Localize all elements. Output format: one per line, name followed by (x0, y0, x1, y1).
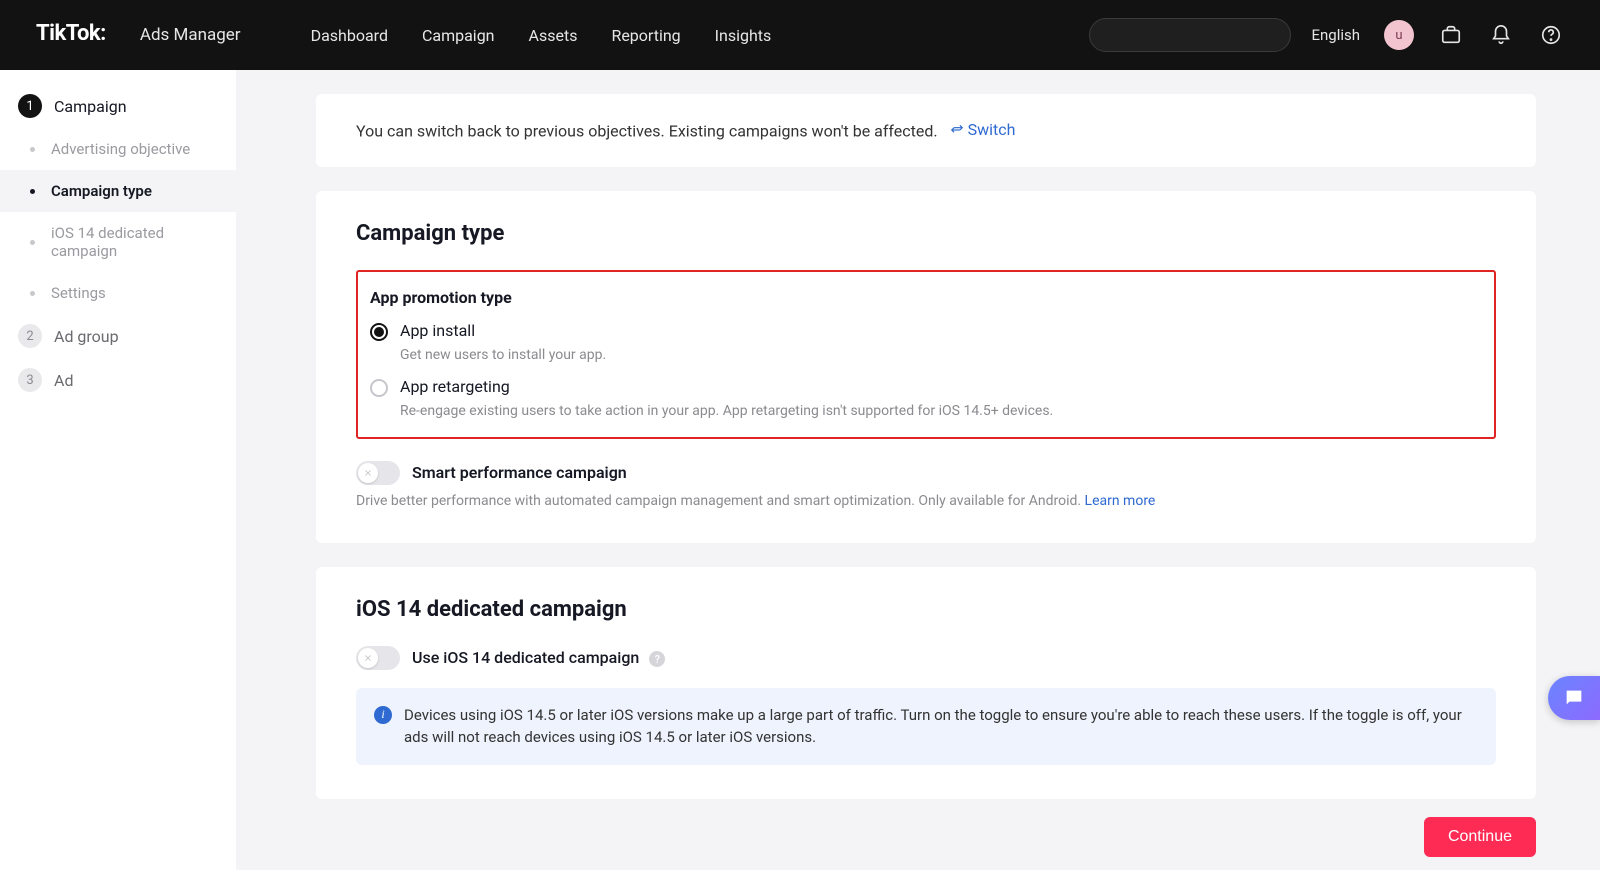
x-icon (363, 653, 373, 663)
dot-icon (30, 240, 35, 245)
avatar[interactable]: u (1384, 20, 1414, 50)
avatar-initial: u (1395, 28, 1402, 43)
dot-icon (30, 189, 35, 194)
substep-advertising-objective[interactable]: Advertising objective (0, 128, 236, 170)
chat-fab[interactable] (1548, 676, 1600, 720)
nav-dashboard[interactable]: Dashboard (311, 26, 388, 45)
smart-toggle-label: Smart performance campaign (412, 463, 627, 482)
radio-app-install[interactable]: App install (370, 321, 1482, 341)
radio-desc: Get new users to install your app. (400, 347, 1482, 363)
smart-desc-text: Drive better performance with automated … (356, 493, 1085, 509)
section-title: Campaign type (356, 221, 1496, 246)
language-selector[interactable]: English (1311, 26, 1360, 44)
substep-label: Campaign type (51, 182, 152, 200)
ios14-info-text: Devices using iOS 14.5 or later iOS vers… (404, 704, 1478, 749)
top-nav: TikTok: Ads Manager Dashboard Campaign A… (0, 0, 1600, 70)
nav-reporting[interactable]: Reporting (611, 26, 680, 45)
switch-text: You can switch back to previous objectiv… (356, 122, 938, 141)
learn-more-link[interactable]: Learn more (1085, 493, 1156, 509)
ios14-info-box: i Devices using iOS 14.5 or later iOS ve… (356, 688, 1496, 765)
search-input[interactable] (1089, 18, 1291, 52)
step-ad-group[interactable]: 2 Ad group (0, 314, 236, 358)
toggle-knob (358, 463, 378, 483)
radio-label: App install (400, 321, 475, 340)
app-promo-label: App promotion type (370, 288, 1482, 307)
continue-button[interactable]: Continue (1424, 817, 1536, 857)
substep-campaign-type[interactable]: Campaign type (0, 170, 236, 212)
briefcase-icon[interactable] (1438, 22, 1464, 48)
step-number: 3 (18, 368, 42, 392)
dot-icon (30, 147, 35, 152)
nav-insights[interactable]: Insights (715, 26, 772, 45)
ios14-toggle-label: Use iOS 14 dedicated campaign ? (412, 648, 665, 668)
radio-icon (370, 379, 388, 397)
substep-label: Settings (51, 284, 106, 302)
chat-icon (1563, 687, 1585, 709)
swap-icon (950, 123, 964, 137)
logo[interactable]: TikTok: Ads Manager (36, 13, 259, 57)
radio-desc: Re-engage existing users to take action … (400, 403, 1482, 419)
dot-icon (30, 291, 35, 296)
step-number: 2 (18, 324, 42, 348)
step-label: Ad group (54, 327, 119, 346)
section-title: iOS 14 dedicated campaign (356, 597, 1496, 622)
step-campaign[interactable]: 1 Campaign (0, 84, 236, 128)
continue-row: Continue (316, 817, 1536, 857)
bell-icon[interactable] (1488, 22, 1514, 48)
brand-name: TikTok: (36, 21, 106, 46)
substep-ios14[interactable]: iOS 14 dedicated campaign (0, 212, 236, 272)
step-ad[interactable]: 3 Ad (0, 358, 236, 402)
smart-performance-toggle-row: Smart performance campaign (356, 461, 1496, 485)
substep-settings[interactable]: Settings (0, 272, 236, 314)
info-icon: i (374, 706, 392, 724)
switch-link[interactable]: Switch (950, 120, 1016, 139)
toggle-knob (358, 648, 378, 668)
nav-links: Dashboard Campaign Assets Reporting Insi… (311, 26, 772, 45)
ios14-toggle-row: Use iOS 14 dedicated campaign ? (356, 646, 1496, 670)
radio-app-retargeting[interactable]: App retargeting (370, 377, 1482, 397)
campaign-type-card: Campaign type App promotion type App ins… (316, 191, 1536, 543)
x-icon (363, 468, 373, 478)
nav-assets[interactable]: Assets (529, 26, 578, 45)
main-content: You can switch back to previous objectiv… (236, 70, 1600, 870)
step-label: Campaign (54, 97, 127, 116)
switch-link-label: Switch (968, 120, 1016, 139)
substep-label: Advertising objective (51, 140, 190, 158)
ios14-toggle[interactable] (356, 646, 400, 670)
radio-label: App retargeting (400, 377, 510, 396)
app-promotion-highlight: App promotion type App install Get new u… (356, 270, 1496, 439)
question-icon[interactable]: ? (649, 651, 665, 667)
switch-card: You can switch back to previous objectiv… (316, 94, 1536, 167)
substep-label: iOS 14 dedicated campaign (51, 224, 218, 260)
nav-campaign[interactable]: Campaign (422, 26, 495, 45)
ios14-toggle-text: Use iOS 14 dedicated campaign (412, 648, 639, 667)
sidebar: 1 Campaign Advertising objective Campaig… (0, 70, 236, 870)
radio-icon (370, 323, 388, 341)
smart-toggle-desc: Drive better performance with automated … (356, 493, 1496, 509)
help-icon[interactable] (1538, 22, 1564, 48)
ios14-card: iOS 14 dedicated campaign Use iOS 14 ded… (316, 567, 1536, 799)
step-label: Ad (54, 371, 73, 390)
product-name: Ads Manager (110, 13, 259, 57)
step-number: 1 (18, 94, 42, 118)
smart-performance-toggle[interactable] (356, 461, 400, 485)
